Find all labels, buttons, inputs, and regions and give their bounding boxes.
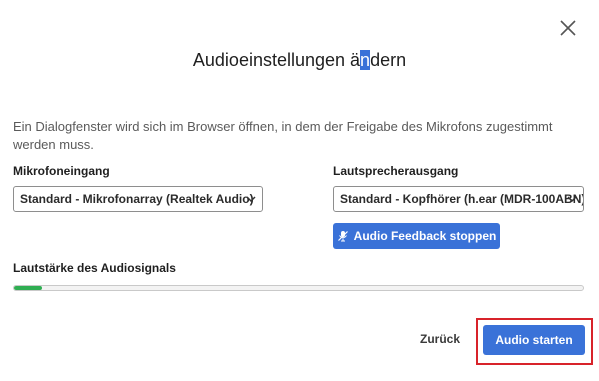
dialog-title: Audioeinstellungen ändern [0, 48, 599, 72]
close-button[interactable] [556, 16, 580, 40]
microphone-select-value: Standard - Mikrofonarray (Realtek Audio) [20, 192, 254, 206]
start-audio-button[interactable]: Audio starten [483, 325, 585, 355]
chevron-down-icon [567, 196, 577, 203]
back-button[interactable]: Zurück [420, 332, 460, 346]
audio-level-fill [14, 286, 43, 290]
info-text: Ein Dialogfenster wird sich im Browser ö… [13, 119, 553, 152]
speaker-label: Lautsprecherausgang [333, 164, 459, 178]
audio-level-meter [13, 285, 584, 291]
speaker-select[interactable]: Standard - Kopfhörer (h.ear (MDR-100ABN)… [333, 186, 584, 212]
speaker-select-value: Standard - Kopfhörer (h.ear (MDR-100ABN)… [340, 192, 584, 206]
audio-settings-dialog: Audioeinstellungen ändern Ein Dialogfens… [0, 0, 599, 381]
audio-feedback-stop-button[interactable]: Audio Feedback stoppen [333, 223, 500, 249]
title-text-end: dern [370, 50, 407, 70]
microphone-label: Mikrofoneingang [13, 164, 110, 178]
audio-feedback-stop-label: Audio Feedback stoppen [353, 229, 497, 243]
microphone-off-icon [337, 231, 348, 242]
title-text-start: Audioeinstellungen ä [192, 50, 361, 70]
chevron-down-icon [246, 196, 256, 203]
level-label: Lautstärke des Audiosignals [13, 261, 176, 275]
close-icon [560, 20, 576, 36]
microphone-select[interactable]: Standard - Mikrofonarray (Realtek Audio) [13, 186, 263, 212]
title-text-selection: n [360, 50, 371, 70]
